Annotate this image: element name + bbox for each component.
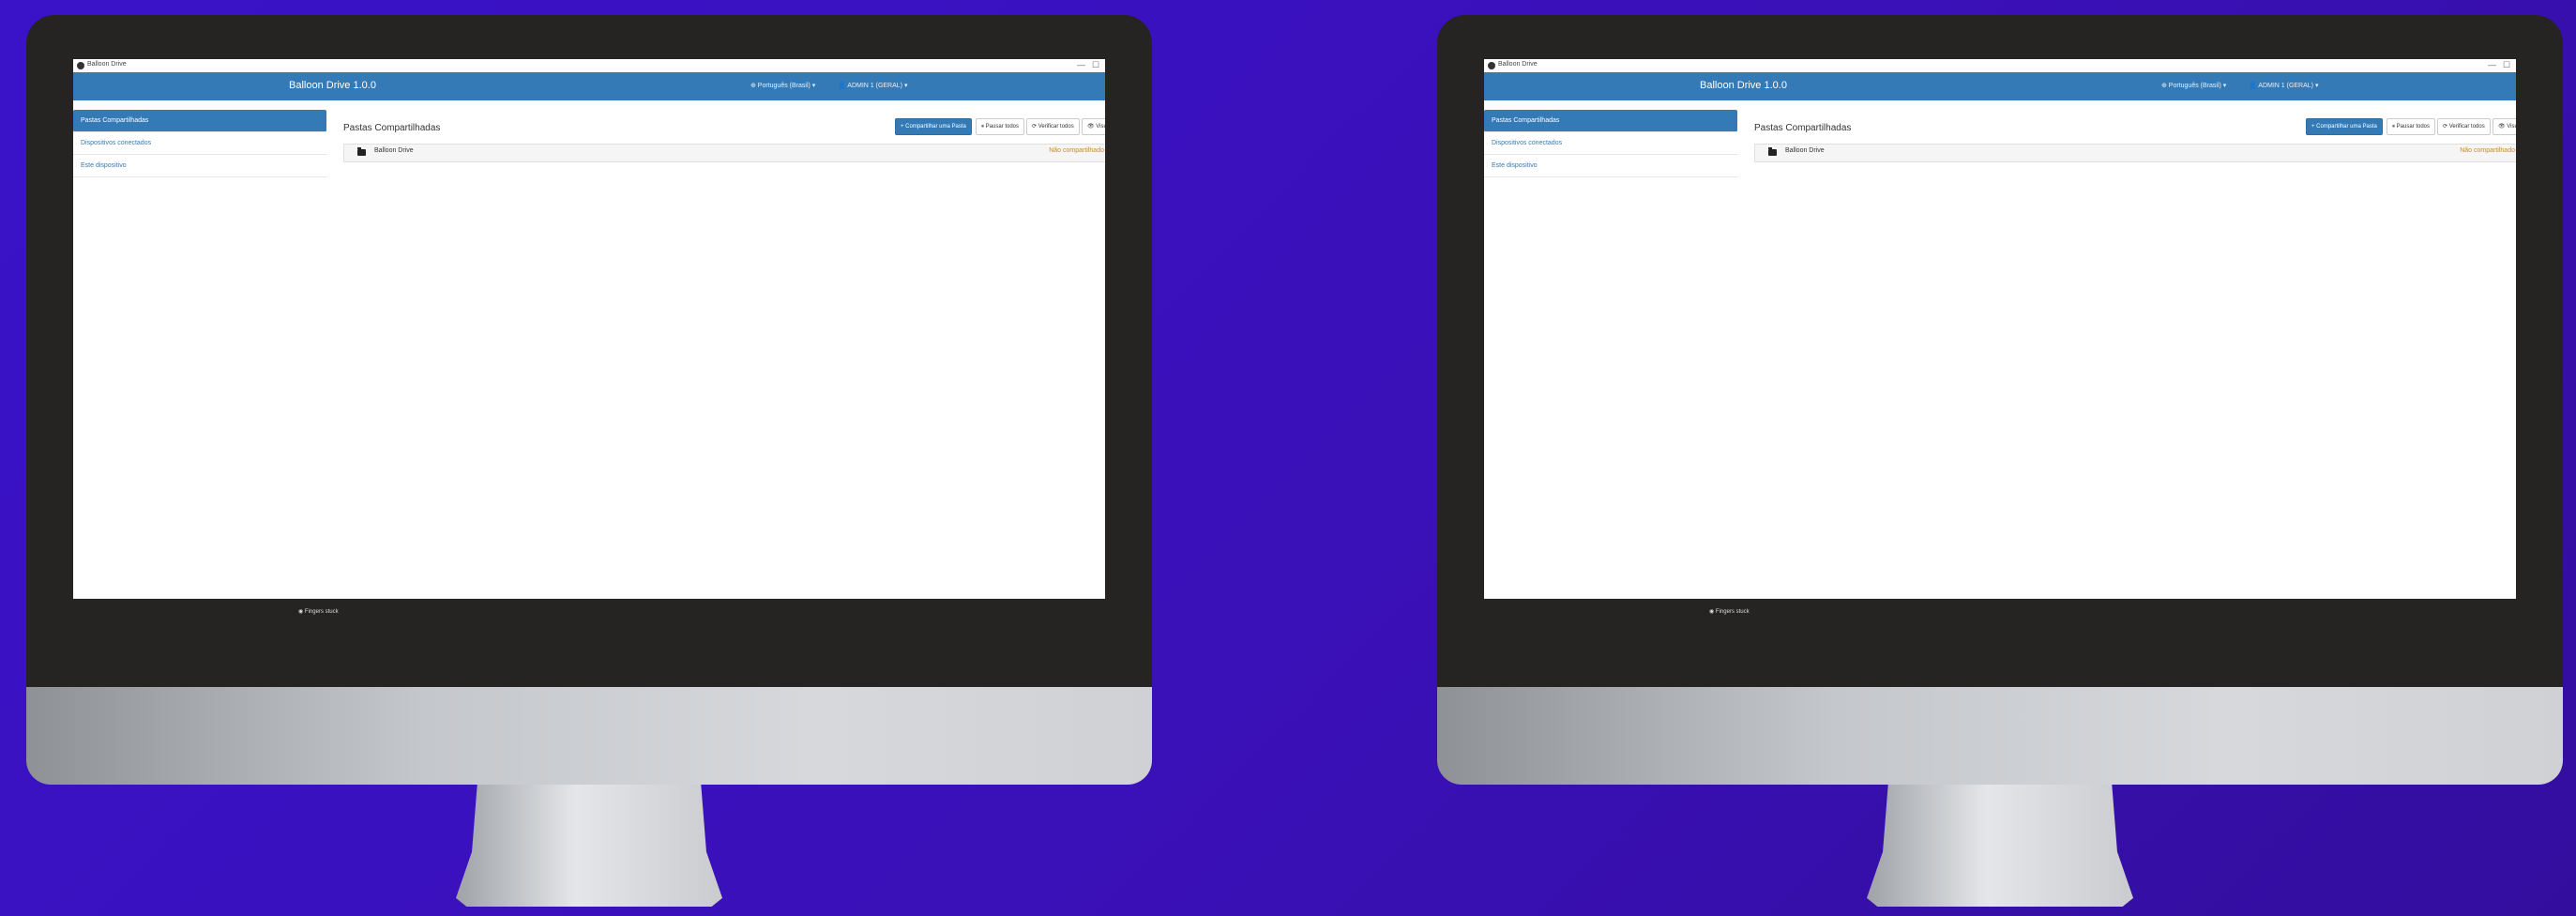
sidebar-item-shared-folders[interactable]: Pastas Compartilhadas xyxy=(73,110,326,132)
page-title: Pastas Compartilhadas xyxy=(1754,123,1852,133)
top-navbar: Balloon Drive 1.0.0 ⊕ Português (Brasil)… xyxy=(73,72,1105,100)
monitor-chin xyxy=(26,687,1152,785)
window-title: Balloon Drive xyxy=(1498,61,1538,68)
sidebar-item-this-device[interactable]: Este dispositivo xyxy=(73,155,326,177)
minimize-icon[interactable]: — xyxy=(2488,60,2496,69)
monitor-stand xyxy=(456,785,722,907)
rescan-all-button[interactable]: ⟳ Verificar todos xyxy=(2437,118,2491,135)
folder-status: Não compartilhado xyxy=(2460,147,2515,154)
app-screen: Balloon Drive — ☐ Balloon Drive 1.0.0 ⊕ … xyxy=(1484,59,2516,599)
maximize-icon[interactable]: ☐ xyxy=(2503,60,2510,70)
maximize-icon[interactable]: ☐ xyxy=(1092,60,1099,70)
minimize-icon[interactable]: — xyxy=(1077,60,1085,69)
footer-status: ◉ Fingers stuck xyxy=(1709,609,1750,615)
share-folder-button[interactable]: + Compartilhar uma Pasta xyxy=(2306,118,2383,135)
window-titlebar: Balloon Drive — ☐ xyxy=(73,59,1105,72)
sidebar: Pastas Compartilhadas Dispositivos conec… xyxy=(1484,110,1737,177)
app-logo-icon xyxy=(77,62,84,69)
top-navbar: Balloon Drive 1.0.0 ⊕ Português (Brasil)… xyxy=(1484,72,2516,100)
footer-status: ◉ Fingers stuck xyxy=(298,609,339,615)
page-title: Pastas Compartilhadas xyxy=(343,123,441,133)
user-dropdown[interactable]: 👤 ADMIN 1 (GERAL) ▾ xyxy=(2249,82,2318,89)
window-titlebar: Balloon Drive — ☐ xyxy=(1484,59,2516,72)
sidebar-item-connected-devices[interactable]: Dispositivos conectados xyxy=(1484,132,1737,155)
app-brand[interactable]: Balloon Drive 1.0.0 xyxy=(1700,80,1787,91)
rescan-all-button[interactable]: ⟳ Verificar todos xyxy=(1026,118,1080,135)
app-screen: Balloon Drive — ☐ Balloon Drive 1.0.0 ⊕ … xyxy=(73,59,1105,599)
sidebar-item-this-device[interactable]: Este dispositivo xyxy=(1484,155,1737,177)
folder-name: Balloon Drive xyxy=(1785,147,1825,154)
sidebar-item-connected-devices[interactable]: Dispositivos conectados xyxy=(73,132,326,155)
share-folder-button[interactable]: + Compartilhar uma Pasta xyxy=(895,118,972,135)
pause-all-button[interactable]: ⏸ Pausar todos xyxy=(976,118,1025,135)
folder-row[interactable]: Balloon Drive Não compartilhado xyxy=(1754,144,2516,162)
monitor-stand xyxy=(1867,785,2133,907)
view-button[interactable]: 👁 Visualizar xyxy=(1082,118,1105,135)
folder-name: Balloon Drive xyxy=(374,147,414,154)
user-dropdown[interactable]: 👤 ADMIN 1 (GERAL) ▾ xyxy=(838,82,907,89)
sidebar: Pastas Compartilhadas Dispositivos conec… xyxy=(73,110,326,177)
app-logo-icon xyxy=(1488,62,1495,69)
pause-all-button[interactable]: ⏸ Pausar todos xyxy=(2387,118,2436,135)
folder-icon xyxy=(357,147,366,156)
monitor-right: Balloon Drive — ☐ Balloon Drive 1.0.0 ⊕ … xyxy=(1437,15,2563,907)
app-brand[interactable]: Balloon Drive 1.0.0 xyxy=(289,80,376,91)
monitor-left: Balloon Drive — ☐ Balloon Drive 1.0.0 ⊕ … xyxy=(26,15,1152,907)
window-title: Balloon Drive xyxy=(87,61,127,68)
folder-icon xyxy=(1768,147,1777,156)
language-dropdown[interactable]: ⊕ Português (Brasil) ▾ xyxy=(750,82,815,89)
monitor-chin xyxy=(1437,687,2563,785)
folder-status: Não compartilhado xyxy=(1049,147,1104,154)
folder-row[interactable]: Balloon Drive Não compartilhado xyxy=(343,144,1105,162)
sidebar-item-shared-folders[interactable]: Pastas Compartilhadas xyxy=(1484,110,1737,132)
view-button[interactable]: 👁 Visualizar xyxy=(2493,118,2516,135)
language-dropdown[interactable]: ⊕ Português (Brasil) ▾ xyxy=(2161,82,2226,89)
